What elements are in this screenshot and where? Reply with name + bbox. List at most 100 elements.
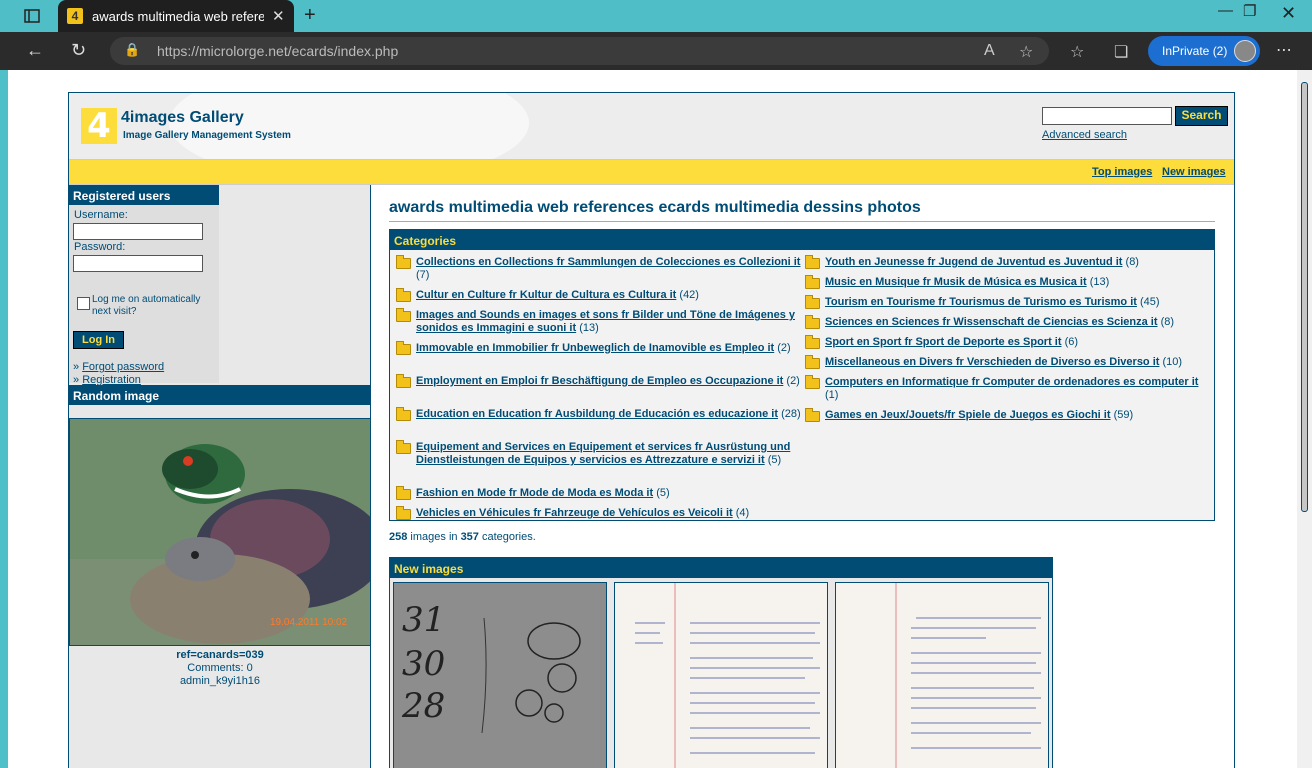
new-image-thumbnail[interactable]: 31 30 28 <box>393 582 607 768</box>
category-link[interactable]: Fashion en Mode fr Mode de Moda es Moda … <box>416 487 653 499</box>
close-window-icon[interactable]: ✕ <box>1265 0 1312 28</box>
scrollbar-thumb[interactable] <box>1301 82 1308 512</box>
stats-mid-text: images in <box>410 531 458 543</box>
folder-icon <box>396 288 411 302</box>
search-input[interactable] <box>1042 107 1172 125</box>
close-tab-icon[interactable]: ✕ <box>272 7 285 25</box>
page-viewport: 4 4images Gallery Image Gallery Manageme… <box>8 70 1297 768</box>
stats-category-count: 357 <box>460 531 479 543</box>
category-link[interactable]: Images and Sounds en images et sons fr B… <box>416 309 795 334</box>
page-title: awards multimedia web references ecards … <box>389 199 921 216</box>
url-field[interactable]: 🔒 https://microlorge.net/ecards/index.ph… <box>110 37 1049 65</box>
random-image[interactable]: 19.04.2011 10:02 <box>69 418 371 646</box>
restore-icon[interactable]: ❐ <box>1243 2 1256 20</box>
login-button[interactable]: Log In <box>73 331 124 349</box>
add-favorite-icon[interactable]: ☆ <box>1019 42 1033 62</box>
svg-text:30: 30 <box>402 644 445 684</box>
stats-end-text: categories. <box>481 531 536 543</box>
category-text: Youth en Jeunesse fr Jugend de Juventud … <box>825 256 1211 269</box>
logo-subtitle: Image Gallery Management System <box>123 130 291 141</box>
folder-icon <box>805 275 820 289</box>
category-link[interactable]: Computers en Informatique fr Computer de… <box>825 376 1198 388</box>
read-aloud-icon[interactable]: A <box>984 42 995 60</box>
category-link[interactable]: Sport en Sport fr Sport de Deporte es Sp… <box>825 336 1062 348</box>
inprivate-button[interactable]: InPrivate (2) <box>1148 36 1260 66</box>
top-images-link[interactable]: Top images <box>1092 166 1152 178</box>
avatar <box>1234 40 1256 62</box>
folder-icon <box>396 440 411 454</box>
advanced-search-link[interactable]: Advanced search <box>1042 129 1127 141</box>
category-text: Miscellaneous en Divers fr Verschieden d… <box>825 356 1211 369</box>
password-field[interactable] <box>73 255 203 272</box>
category-count: (10) <box>1162 356 1183 368</box>
category-count: (59) <box>1113 409 1134 421</box>
login-form: Username: Password: Log me on automatica… <box>69 205 219 386</box>
username-field[interactable] <box>73 223 203 240</box>
refresh-icon[interactable]: ↻ <box>71 40 86 61</box>
new-image-thumbnail[interactable] <box>614 582 828 768</box>
desktop-strip <box>0 70 8 768</box>
svg-text:28: 28 <box>401 686 445 726</box>
new-tab-icon[interactable]: + <box>304 4 316 27</box>
folder-icon <box>805 408 820 422</box>
favorites-icon[interactable]: ☆ <box>1070 42 1084 62</box>
category-link[interactable]: Immovable en Immobilier fr Unbeweglich d… <box>416 342 774 354</box>
category-link[interactable]: Music en Musique fr Musik de Música es M… <box>825 276 1087 288</box>
category-link[interactable]: Tourism en Tourisme fr Tourismus de Turi… <box>825 296 1137 308</box>
sidebar: Registered users Username: Password: Log… <box>69 185 371 768</box>
category-count: (8) <box>1160 316 1175 328</box>
folder-icon <box>396 255 411 269</box>
new-image-thumbnail[interactable] <box>835 582 1049 768</box>
category-link[interactable]: Vehicles en Véhicules fr Fahrzeuge de Ve… <box>416 507 733 519</box>
remember-checkbox[interactable] <box>77 297 90 310</box>
new-images-box: New images 31 30 28 <box>389 557 1053 768</box>
category-link[interactable]: Youth en Jeunesse fr Jugend de Juventud … <box>825 256 1122 268</box>
logo-name: 4images Gallery <box>121 109 244 126</box>
category-count: (42) <box>679 289 699 301</box>
category-count: (4) <box>735 507 750 519</box>
category-text: Fashion en Mode fr Mode de Moda es Moda … <box>416 487 802 500</box>
forgot-password-row: » Forgot password <box>73 361 165 373</box>
forgot-password-link[interactable]: Forgot password <box>82 361 164 373</box>
tab-actions-icon[interactable] <box>24 8 40 24</box>
minimize-icon[interactable]: — <box>1218 2 1233 19</box>
category-count: (8) <box>1125 256 1139 268</box>
address-bar: ← ↻ 🔒 https://microlorge.net/ecards/inde… <box>0 32 1312 70</box>
category-link[interactable]: Collections en Collections fr Sammlungen… <box>416 256 800 268</box>
stats-image-count: 258 <box>389 531 408 543</box>
random-image-heading: Random image <box>69 385 371 405</box>
back-icon[interactable]: ← <box>26 40 44 61</box>
category-text: Tourism en Tourisme fr Tourismus de Turi… <box>825 296 1211 309</box>
title-divider <box>389 221 1215 222</box>
site-header: 4 4images Gallery Image Gallery Manageme… <box>69 93 1234 159</box>
category-text: Employment en Emploi fr Beschäftigung de… <box>416 375 802 388</box>
more-menu-icon[interactable]: ⋯ <box>1276 40 1292 60</box>
random-image-name[interactable]: ref=canards=039 <box>69 649 371 661</box>
category-link[interactable]: Miscellaneous en Divers fr Verschieden d… <box>825 356 1159 368</box>
svg-text:19.04.2011 10:02: 19.04.2011 10:02 <box>270 617 348 628</box>
category-count: (5) <box>767 454 782 466</box>
category-link[interactable]: Games en Jeux/Jouets/fr Spiele de Juegos… <box>825 409 1111 421</box>
category-text: Sciences en Sciences fr Wissenschaft de … <box>825 316 1211 329</box>
new-images-link[interactable]: New images <box>1162 166 1226 178</box>
category-link[interactable]: Sciences en Sciences fr Wissenschaft de … <box>825 316 1158 328</box>
category-text: Sport en Sport fr Sport de Deporte es Sp… <box>825 336 1211 349</box>
tab-title: awards multimedia web referenc <box>92 9 264 24</box>
category-link[interactable]: Equipement and Services en Equipement et… <box>416 441 790 466</box>
random-image-user[interactable]: admin_k9yi1h16 <box>69 675 371 687</box>
inprivate-label: InPrivate (2) <box>1162 44 1228 58</box>
browser-tab[interactable]: 4 awards multimedia web referenc ✕ <box>58 0 294 32</box>
logo-mark-icon: 4 <box>81 108 117 144</box>
page-scrollbar[interactable] <box>1297 70 1312 768</box>
browser-titlebar: 4 awards multimedia web referenc ✕ + — ❐… <box>0 0 1312 32</box>
folder-icon <box>396 407 411 421</box>
category-text: Cultur en Culture fr Kultur de Cultura e… <box>416 289 802 302</box>
collections-icon[interactable]: ❏ <box>1114 42 1128 62</box>
lock-icon: 🔒 <box>124 42 141 57</box>
search-button[interactable]: Search <box>1175 106 1228 126</box>
categories-box: Categories Collections en Collections fr… <box>389 229 1215 521</box>
category-link[interactable]: Employment en Emploi fr Beschäftigung de… <box>416 375 783 387</box>
registered-users-heading: Registered users <box>69 185 219 205</box>
category-link[interactable]: Cultur en Culture fr Kultur de Cultura e… <box>416 289 676 301</box>
category-link[interactable]: Education en Education fr Ausbildung de … <box>416 408 778 420</box>
